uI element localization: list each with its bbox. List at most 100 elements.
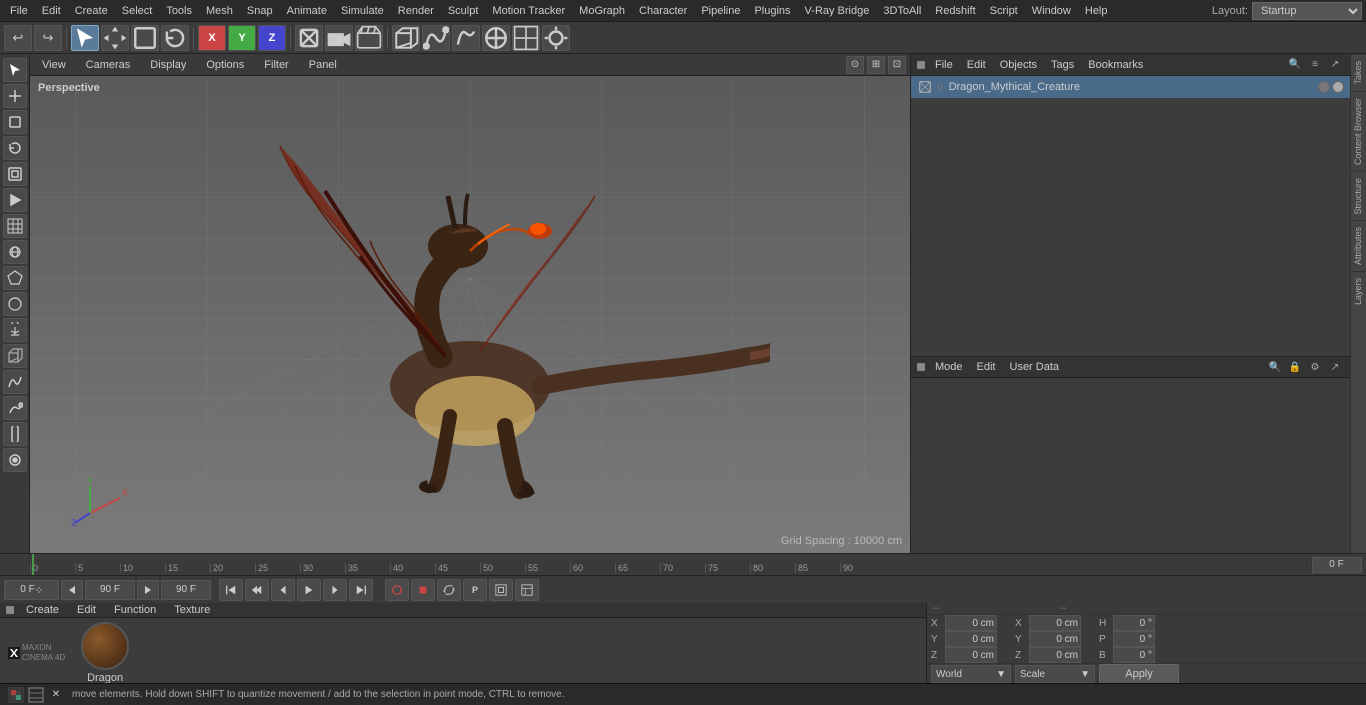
viewport-tab-cameras[interactable]: Cameras: [78, 57, 139, 73]
obj-menu-file[interactable]: File: [931, 58, 957, 72]
menu-edit[interactable]: Edit: [36, 3, 67, 19]
menu-mesh[interactable]: Mesh: [200, 3, 239, 19]
left-frame-btn[interactable]: [3, 162, 27, 186]
status-close-icon[interactable]: ✕: [48, 687, 64, 703]
viewport-tab-view[interactable]: View: [34, 57, 74, 73]
keyframe-record-btn[interactable]: [385, 579, 409, 601]
obj-filter-btn[interactable]: ≡: [1306, 56, 1324, 74]
step-back-btn[interactable]: [245, 579, 269, 601]
coord-h-input[interactable]: [1113, 615, 1155, 631]
next-frame-btn[interactable]: [137, 580, 159, 600]
menu-mograph[interactable]: MoGraph: [573, 3, 631, 19]
obj-search-btn[interactable]: 🔍: [1286, 56, 1304, 74]
menu-window[interactable]: Window: [1026, 3, 1077, 19]
menu-file[interactable]: File: [4, 3, 34, 19]
menu-character[interactable]: Character: [633, 3, 693, 19]
vtab-layers[interactable]: Layers: [1351, 271, 1366, 311]
menu-redshift[interactable]: Redshift: [929, 3, 981, 19]
menu-create[interactable]: Create: [69, 3, 114, 19]
obj-menu-tags[interactable]: Tags: [1047, 58, 1078, 72]
left-snap-btn[interactable]: [3, 448, 27, 472]
layout-select[interactable]: Startup: [1252, 2, 1362, 20]
menu-simulate[interactable]: Simulate: [335, 3, 390, 19]
rotate-tool-button[interactable]: [161, 25, 189, 51]
undo-button[interactable]: ↩: [4, 25, 32, 51]
light-button[interactable]: [542, 25, 570, 51]
object-row-dragon[interactable]: 0 Dragon_Mythical_Creature: [911, 76, 1350, 98]
left-char-btn[interactable]: [3, 318, 27, 342]
vtab-takes[interactable]: Takes: [1351, 54, 1366, 91]
menu-pipeline[interactable]: Pipeline: [695, 3, 746, 19]
vtab-structure[interactable]: Structure: [1351, 171, 1366, 221]
vtab-content-browser[interactable]: Content Browser: [1351, 91, 1366, 171]
menu-tools[interactable]: Tools: [160, 3, 198, 19]
left-render-btn[interactable]: [3, 188, 27, 212]
move-tool-button[interactable]: [101, 25, 129, 51]
vp-settings-btn[interactable]: ⊡: [888, 56, 906, 74]
left-grid-btn[interactable]: [3, 214, 27, 238]
coord-x-pos-input[interactable]: [945, 615, 997, 631]
coord-z-size-input[interactable]: [1029, 647, 1081, 663]
viewport-tab-panel[interactable]: Panel: [301, 57, 345, 73]
clapper-button[interactable]: [355, 25, 383, 51]
attr-lock-btn[interactable]: 🔒: [1286, 358, 1304, 376]
obj-menu-edit[interactable]: Edit: [963, 58, 990, 72]
coord-y-size-input[interactable]: [1029, 631, 1081, 647]
vtab-attributes[interactable]: Attributes: [1351, 220, 1366, 271]
left-select-btn[interactable]: [3, 58, 27, 82]
vp-maximize-btn[interactable]: ⊙: [846, 56, 864, 74]
next-keyframe-btn[interactable]: [323, 579, 347, 601]
viewport-tab-filter[interactable]: Filter: [256, 57, 296, 73]
apply-button[interactable]: Apply: [1099, 664, 1179, 684]
menu-motion-tracker[interactable]: Motion Tracker: [486, 3, 571, 19]
menu-select[interactable]: Select: [116, 3, 159, 19]
mat-create-tab[interactable]: Create: [20, 603, 65, 617]
menu-script[interactable]: Script: [984, 3, 1024, 19]
attr-menu-user-data[interactable]: User Data: [1006, 360, 1064, 374]
current-frame-input[interactable]: [1312, 557, 1362, 573]
preview-btn[interactable]: P: [463, 579, 487, 601]
axis-x-button[interactable]: X: [198, 25, 226, 51]
goto-start-btn[interactable]: [219, 579, 243, 601]
viewport-canvas[interactable]: .gridl{stroke:rgba(150,150,150,0.3);stro…: [30, 76, 910, 553]
deform-button[interactable]: [452, 25, 480, 51]
menu-help[interactable]: Help: [1079, 3, 1114, 19]
left-capsule-btn[interactable]: [3, 422, 27, 446]
prev-frame-btn[interactable]: [61, 580, 83, 600]
left-rotate-btn[interactable]: [3, 136, 27, 160]
scale-dropdown[interactable]: Scale ▼: [1015, 665, 1095, 683]
coord-y-pos-input[interactable]: [945, 631, 997, 647]
menu-animate[interactable]: Animate: [281, 3, 333, 19]
menu-sculpt[interactable]: Sculpt: [442, 3, 485, 19]
left-object-btn[interactable]: [3, 344, 27, 368]
subdivide-button[interactable]: [512, 25, 540, 51]
obj-expand-btn[interactable]: ↗: [1326, 56, 1344, 74]
left-texture-btn[interactable]: [3, 292, 27, 316]
axis-z-button[interactable]: Z: [258, 25, 286, 51]
timeline-position-marker[interactable]: [32, 554, 34, 575]
playback-frame-display[interactable]: 0 F: [4, 580, 59, 600]
world-dropdown[interactable]: World ▼: [931, 665, 1011, 683]
cube-button[interactable]: [392, 25, 420, 51]
menu-3dtoall[interactable]: 3DToAll: [877, 3, 927, 19]
mat-function-tab[interactable]: Function: [108, 603, 162, 617]
grid-overlay-btn[interactable]: [489, 579, 513, 601]
record-stop-btn[interactable]: [411, 579, 435, 601]
scale-tool-button[interactable]: [131, 25, 159, 51]
end-frame-input-2[interactable]: [161, 580, 211, 600]
obj-dot-1[interactable]: [1318, 81, 1330, 93]
left-spline-btn[interactable]: [3, 370, 27, 394]
menu-snap[interactable]: Snap: [241, 3, 279, 19]
status-cinema-icon[interactable]: [8, 687, 24, 703]
loop-btn[interactable]: [437, 579, 461, 601]
obj-menu-bookmarks[interactable]: Bookmarks: [1084, 58, 1147, 72]
obj-menu-objects[interactable]: Objects: [996, 58, 1041, 72]
play-btn[interactable]: [297, 579, 321, 601]
left-move-btn[interactable]: [3, 84, 27, 108]
render-view-btn[interactable]: [515, 579, 539, 601]
left-scale-btn[interactable]: [3, 110, 27, 134]
left-poly-btn[interactable]: [3, 266, 27, 290]
left-sculpt-btn[interactable]: [3, 396, 27, 420]
coord-p-input[interactable]: [1113, 631, 1155, 647]
menu-vray[interactable]: V-Ray Bridge: [799, 3, 876, 19]
